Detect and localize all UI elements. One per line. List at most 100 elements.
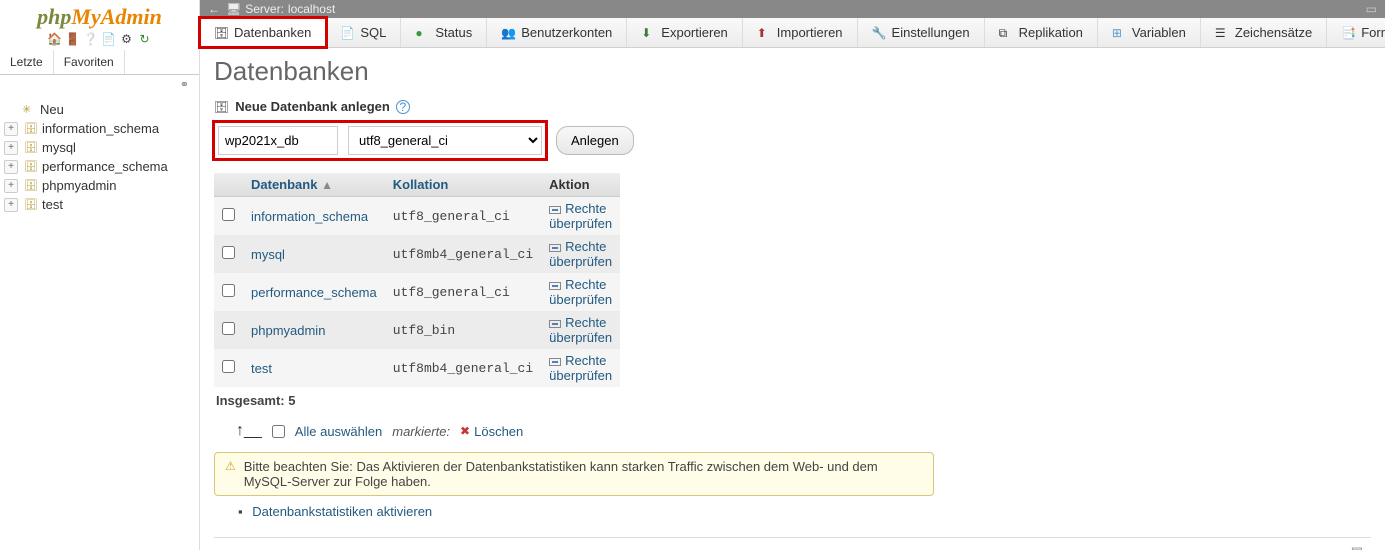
tab-sql[interactable]: 📄 SQL	[326, 18, 401, 47]
privileges-icon	[549, 206, 561, 214]
dbname-input[interactable]	[218, 126, 338, 155]
sort-asc-icon: ▲	[321, 178, 333, 192]
separator	[214, 537, 1371, 538]
tree-item-new[interactable]: ✳ Neu	[4, 100, 195, 119]
enable-stats-link[interactable]: Datenbankstatistiken aktivieren	[252, 504, 432, 519]
create-button[interactable]: Anlegen	[556, 126, 634, 155]
row-checkbox[interactable]	[222, 360, 235, 373]
row-checkbox[interactable]	[222, 246, 235, 259]
home-icon[interactable]: 🏠	[48, 32, 62, 46]
tree-item-db[interactable]: + 🗄 test	[4, 195, 195, 214]
tab-label: Einstellungen	[892, 25, 970, 40]
row-collation: utf8_bin	[385, 311, 541, 349]
logo-part1: php	[37, 4, 71, 29]
privileges-icon	[549, 320, 561, 328]
back-icon[interactable]: ←	[208, 2, 220, 16]
tab-import[interactable]: ⬆Importieren	[743, 18, 858, 47]
new-db-icon: 🗄	[214, 100, 229, 114]
db-icon: 🗄	[24, 141, 38, 154]
sidebar-link-icon[interactable]: ⚭	[0, 75, 199, 94]
expand-icon[interactable]: +	[4, 179, 18, 193]
tab-charsets[interactable]: ☰ Zeichensätze	[1201, 18, 1327, 47]
refresh-icon[interactable]: ↻	[138, 32, 152, 46]
tree-label: test	[42, 197, 63, 212]
gear-icon[interactable]: ⚙	[120, 32, 134, 46]
notice: ⚠ Bitte beachten Sie: Das Aktivieren der…	[214, 452, 934, 496]
privileges-icon	[549, 358, 561, 366]
users-icon: 👥	[501, 26, 515, 40]
bulk-actions: ↑__ Alle auswählen markierte: ✖ Löschen	[214, 414, 1371, 448]
content: ← 🖥 Server: localhost ▭ 🗄Datenbanken 📄SQ…	[200, 0, 1385, 550]
tab-variables[interactable]: ⊞Variablen	[1098, 18, 1201, 47]
delete-link[interactable]: Löschen	[474, 424, 523, 439]
row-checkbox[interactable]	[222, 284, 235, 297]
expand-icon[interactable]: +	[4, 122, 18, 136]
db-icon: 🗄	[214, 26, 228, 40]
notice-text: Bitte beachten Sie: Das Aktivieren der D…	[244, 459, 923, 489]
page-title: Datenbanken	[214, 56, 1371, 87]
tab-users[interactable]: 👥Benutzerkonten	[487, 18, 627, 47]
select-all-checkbox[interactable]	[272, 425, 285, 438]
db-link[interactable]: mysql	[251, 247, 285, 262]
tree-item-db[interactable]: + 🗄 performance_schema	[4, 157, 195, 176]
tab-label: Zeichensätze	[1235, 25, 1312, 40]
select-all-link[interactable]: Alle auswählen	[295, 424, 382, 439]
sql-icon: 📄	[340, 26, 354, 40]
tab-export[interactable]: ⬇ Exportieren	[627, 18, 742, 47]
th-name[interactable]: Datenbank ▲	[243, 173, 385, 197]
db-link[interactable]: information_schema	[251, 209, 368, 224]
row-collation: utf8mb4_general_ci	[385, 349, 541, 387]
charset-icon: ☰	[1215, 26, 1229, 40]
page-body: Datenbanken 🗄 Neue Datenbank anlegen ? u…	[200, 48, 1385, 550]
db-icon: 🗄	[24, 179, 38, 192]
privileges-icon	[549, 282, 561, 290]
tab-replication[interactable]: ⧉ Replikation	[985, 18, 1098, 47]
tab-settings[interactable]: 🔧 Einstellungen	[858, 18, 985, 47]
help-icon[interactable]: ?	[396, 100, 410, 114]
tree-item-db[interactable]: + 🗄 mysql	[4, 138, 195, 157]
arrow-up-icon: ↑__	[236, 422, 262, 440]
sidebar-tab-favorites[interactable]: Favoriten	[54, 50, 125, 74]
db-link[interactable]: phpmyadmin	[251, 323, 325, 338]
bookmark-icon[interactable]: ▤	[214, 544, 1371, 550]
db-table: Datenbank ▲ Kollation Aktion information…	[214, 173, 620, 387]
row-collation: utf8_general_ci	[385, 197, 541, 236]
db-link[interactable]: test	[251, 361, 272, 376]
collation-select[interactable]: utf8_general_ci	[348, 126, 542, 155]
sidebar-tabs: Letzte Favoriten	[0, 50, 199, 75]
help-icon[interactable]: ❔	[84, 32, 98, 46]
expand-icon[interactable]: +	[4, 198, 18, 212]
tab-label: Replikation	[1019, 25, 1083, 40]
replication-icon: ⧉	[999, 26, 1013, 40]
wrench-icon: 🔧	[872, 26, 886, 40]
th-collation[interactable]: Kollation	[385, 173, 541, 197]
create-label: Neue Datenbank anlegen	[235, 99, 390, 114]
tree-label: mysql	[42, 140, 76, 155]
th-action: Aktion	[541, 173, 620, 197]
sidebar-tab-recent[interactable]: Letzte	[0, 50, 54, 74]
collapse-icon[interactable]: ▭	[1366, 2, 1377, 16]
expand-icon[interactable]: +	[4, 160, 18, 174]
tree-item-db[interactable]: + 🗄 phpmyadmin	[4, 176, 195, 195]
exit-icon[interactable]: 🚪	[66, 32, 80, 46]
expand-icon[interactable]: +	[4, 141, 18, 155]
db-link[interactable]: performance_schema	[251, 285, 377, 300]
tab-status[interactable]: ●Status	[401, 18, 487, 47]
total-label: Insgesamt: 5	[214, 387, 1371, 414]
table-row: mysql utf8mb4_general_ci Rechte überprüf…	[214, 235, 620, 273]
tab-formats[interactable]: 📑Formate	[1327, 18, 1385, 47]
tree-label: information_schema	[42, 121, 159, 136]
tab-label: Exportieren	[661, 25, 727, 40]
sql-icon[interactable]: 📄	[102, 32, 116, 46]
tab-label: SQL	[360, 25, 386, 40]
tree-label: Neu	[40, 102, 64, 117]
export-icon: ⬇	[641, 26, 655, 40]
tree-label: phpmyadmin	[42, 178, 116, 193]
table-row: performance_schema utf8_general_ci Recht…	[214, 273, 620, 311]
tab-databases[interactable]: 🗄Datenbanken	[200, 18, 326, 47]
row-checkbox[interactable]	[222, 208, 235, 221]
server-icon: 🖥	[226, 2, 241, 16]
tree-item-db[interactable]: + 🗄 information_schema	[4, 119, 195, 138]
table-row: information_schema utf8_general_ci Recht…	[214, 197, 620, 236]
row-checkbox[interactable]	[222, 322, 235, 335]
